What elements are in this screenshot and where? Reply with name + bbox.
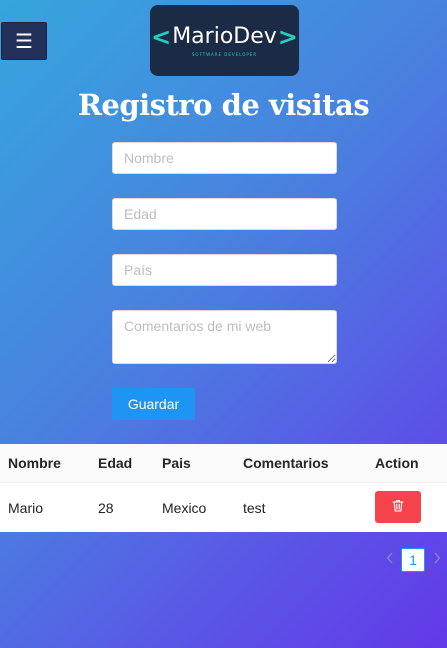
pagination-prev-button[interactable] bbox=[381, 550, 399, 570]
visits-table: Nombre Edad Pais Comentarios Action Mari… bbox=[0, 444, 447, 532]
pagination-page-1[interactable]: 1 bbox=[401, 548, 425, 572]
table-header: Nombre Edad Pais Comentarios Action bbox=[0, 444, 447, 483]
cell-edad: 28 bbox=[98, 499, 114, 516]
column-header-comentarios: Comentarios bbox=[243, 455, 329, 471]
save-button[interactable]: Guardar bbox=[112, 388, 195, 420]
logo-text: MarioDev bbox=[172, 23, 277, 49]
pais-input[interactable] bbox=[112, 254, 337, 286]
trash-icon bbox=[392, 499, 404, 515]
logo-bracket-left: < bbox=[151, 22, 172, 51]
comentarios-textarea[interactable] bbox=[112, 310, 337, 364]
page-title: Registro de visitas bbox=[77, 88, 370, 122]
cell-comentarios: test bbox=[243, 499, 266, 516]
cell-pais: Mexico bbox=[162, 499, 207, 516]
delete-button[interactable] bbox=[375, 491, 421, 523]
logo-bracket-right: > bbox=[277, 22, 298, 51]
column-header-action: Action bbox=[375, 455, 419, 471]
table-row: Mario 28 Mexico test bbox=[0, 483, 447, 532]
edad-input[interactable] bbox=[112, 198, 337, 230]
chevron-left-icon bbox=[386, 552, 394, 568]
column-header-nombre: Nombre bbox=[8, 455, 61, 471]
logo: < MarioDev > SOFTWARE DEVELOPER bbox=[150, 5, 299, 76]
column-header-pais: Pais bbox=[162, 455, 191, 471]
menu-toggle-button[interactable]: ☰ bbox=[1, 22, 47, 60]
column-header-edad: Edad bbox=[98, 455, 133, 471]
pagination-next-button[interactable] bbox=[428, 550, 446, 570]
cell-nombre: Mario bbox=[8, 499, 44, 516]
nombre-input[interactable] bbox=[112, 142, 337, 174]
logo-tagline: SOFTWARE DEVELOPER bbox=[191, 51, 258, 57]
chevron-right-icon bbox=[433, 552, 441, 568]
hamburger-icon: ☰ bbox=[15, 30, 33, 53]
